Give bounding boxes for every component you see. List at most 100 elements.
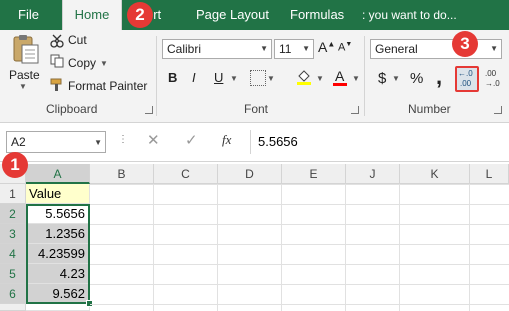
name-box-value: A2 [11,135,26,149]
number-launcher-icon[interactable] [494,106,502,114]
column-header-k[interactable]: K [400,164,470,184]
paste-icon [13,35,39,64]
increase-decimal-top: ←.0 [458,69,473,78]
row-header[interactable]: 1 [0,184,26,204]
increase-decimal-button[interactable]: ←.0 .00 [455,66,479,92]
tell-me-search[interactable]: : you want to do... [362,0,457,30]
cancel-icon[interactable]: ✕ [147,131,160,149]
column-header-d[interactable]: D [218,164,282,184]
fill-color-icon[interactable] [296,68,312,86]
decrease-decimal-button[interactable]: .00 →.0 [484,67,506,91]
tab-home[interactable]: Home [62,0,122,31]
shrink-font-button[interactable]: A▼ [338,41,352,54]
cell-a1[interactable]: Value [26,184,90,204]
paste-dropdown-icon[interactable]: ▼ [19,82,27,91]
ribbon: Paste ▼ Cut Copy ▼ Format Painter Clipbo… [0,30,509,123]
copy-button[interactable]: Copy [68,56,96,70]
insert-function-button[interactable]: fx [222,132,231,148]
chevron-down-icon[interactable]: ▼ [267,74,275,83]
decrease-decimal-bottom: →.0 [485,79,500,88]
column-header-a[interactable]: A [26,164,90,184]
format-painter-icon[interactable] [50,78,64,92]
ribbon-tab-bar: File Home ert Page Layout Formulas : you… [0,0,509,31]
number-format-value: General [375,42,418,56]
scissors-icon[interactable] [50,34,64,48]
bold-button[interactable]: B [168,70,177,85]
clipboard-group-label: Clipboard [46,102,98,116]
font-launcher-icon[interactable] [351,106,359,114]
cut-button[interactable]: Cut [68,33,87,47]
borders-icon[interactable] [250,70,266,86]
chevron-down-icon[interactable]: ▼ [352,74,360,83]
percent-button[interactable]: % [410,70,423,87]
chevron-down-icon[interactable]: ▼ [94,133,102,153]
formula-input[interactable]: 5.5656 [258,134,298,149]
copy-icon[interactable] [50,54,64,68]
font-name-combo[interactable]: Calibri ▼ [162,39,272,59]
chevron-down-icon[interactable]: ▼ [316,74,324,83]
currency-button[interactable]: $ [378,70,386,87]
copy-dropdown-icon[interactable]: ▼ [100,59,108,68]
chevron-down-icon[interactable]: ▼ [392,74,400,83]
number-format-combo[interactable]: General ▼ [370,39,502,59]
column-header-l[interactable]: L [470,164,509,184]
increase-decimal-bottom: .00 [460,79,472,88]
cell-a7[interactable] [26,304,90,311]
number-group-label: Number [408,102,451,116]
tell-me-text: you want to do... [368,8,457,22]
grow-font-glyph: A [318,39,328,55]
column-header-e[interactable]: E [282,164,346,184]
clipboard-launcher-icon[interactable] [145,106,153,114]
gridline [153,184,154,311]
tab-page-layout[interactable]: Page Layout [196,0,269,30]
gridline [399,184,400,311]
underline-button[interactable]: U [214,70,223,85]
row-header[interactable]: 3 [0,224,26,244]
paste-label[interactable]: Paste [9,68,40,82]
gridline [345,184,346,311]
chevron-down-icon[interactable]: ▼ [260,40,268,58]
group-divider [156,36,157,116]
chevron-down-icon[interactable]: ▼ [230,74,238,83]
callout-badge-1: 1 [2,152,28,178]
column-header-j[interactable]: J [346,164,400,184]
tab-formulas[interactable]: Formulas [290,0,344,30]
row-header[interactable]: 5 [0,264,26,284]
name-box[interactable]: A2 ▼ [6,131,106,153]
gridline [469,184,470,311]
column-header-c[interactable]: C [154,164,218,184]
tab-file[interactable]: File [18,0,39,30]
callout-badge-2: 2 [127,2,153,28]
worksheet-grid: A B C D E J K L 1 2 3 4 5 6 Value 5.5656… [0,164,509,311]
font-color-swatch [333,83,347,86]
font-name-value: Calibri [167,42,202,56]
column-header-b[interactable]: B [90,164,154,184]
font-size-value: 11 [279,42,292,56]
chevron-down-icon[interactable]: ▼ [490,40,498,58]
formula-divider [250,130,251,154]
callout-badge-3: 3 [452,31,478,57]
comma-style-button[interactable]: , [436,64,442,90]
row-header[interactable]: 6 [0,284,26,304]
gridline [217,184,218,311]
enter-check-icon[interactable]: ✓ [185,131,198,149]
more-dots-icon: ⋮ [118,134,128,145]
font-color-button[interactable]: A [332,66,348,86]
decrease-decimal-top: .00 [485,69,497,78]
formula-bar: A2 ▼ ⋮ ✕ ✓ fx 5.5656 [0,123,509,162]
row-header[interactable]: 2 [0,204,26,224]
row-header[interactable]: 4 [0,244,26,264]
font-color-glyph: A [335,68,345,84]
paste-button[interactable] [8,34,42,66]
grow-font-button[interactable]: A▲ [318,39,335,55]
chevron-down-icon[interactable]: ▼ [302,40,310,58]
font-group-label: Font [244,102,269,116]
row-header[interactable] [0,304,26,311]
font-size-combo[interactable]: 11 ▼ [274,39,314,59]
tell-me-colon: : [362,8,369,22]
group-divider [364,36,365,116]
italic-button[interactable]: I [192,70,196,85]
selection-range-outline [26,204,90,304]
gridline [281,184,282,311]
format-painter-button[interactable]: Format Painter [68,79,147,93]
